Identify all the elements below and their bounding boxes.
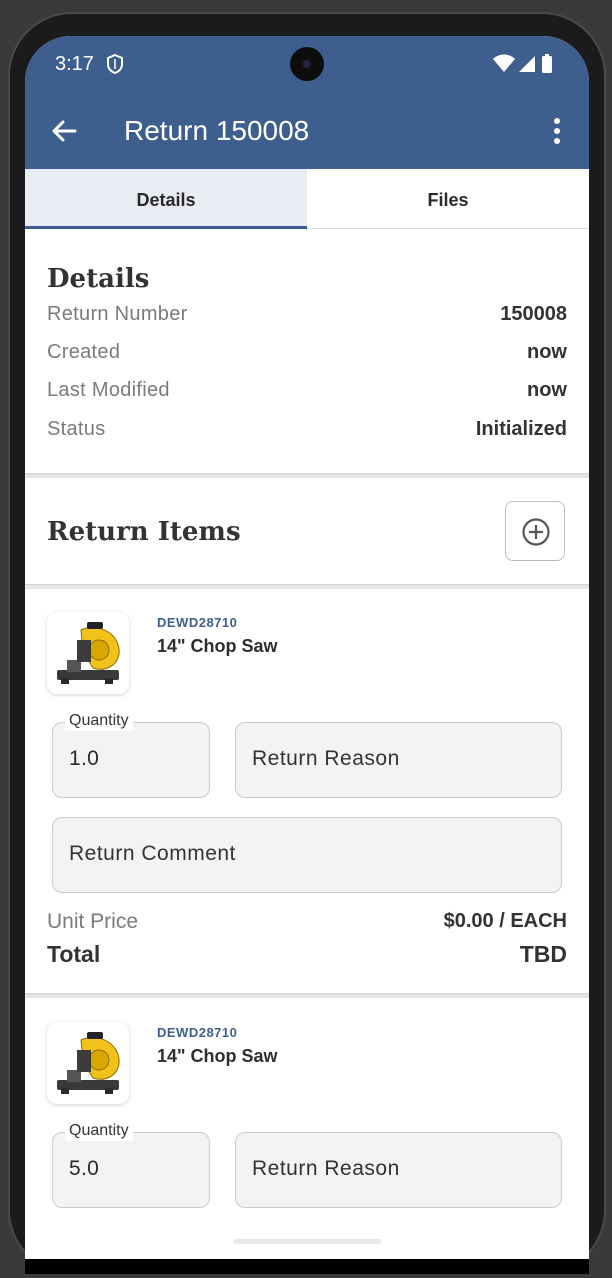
- chop-saw-image: [57, 622, 120, 684]
- more-options-icon[interactable]: [547, 116, 567, 146]
- total-value: TBD: [519, 941, 567, 967]
- unit-price-label: Unit Price: [47, 910, 139, 933]
- return-items-title: Return Items: [47, 517, 241, 547]
- quantity-field[interactable]: Quantity 1.0: [52, 711, 210, 798]
- status-label: Status: [47, 418, 106, 440]
- home-gesture-handle[interactable]: [233, 1239, 381, 1244]
- section-divider: [25, 473, 589, 478]
- item-name: 14" Chop Saw: [157, 636, 278, 656]
- last-modified-label: Last Modified: [47, 379, 170, 401]
- return-number-label: Return Number: [47, 303, 188, 325]
- return-reason-field[interactable]: Return Reason: [235, 722, 562, 798]
- signal-icon: [519, 56, 535, 72]
- app-bar: 3:17 Return 150008: [25, 36, 589, 169]
- back-arrow-icon[interactable]: [49, 116, 79, 146]
- status-value: Initialized: [475, 418, 567, 440]
- tab-bar: Details Files: [25, 169, 589, 229]
- created-value: now: [527, 341, 567, 363]
- details-title: Details: [47, 264, 150, 294]
- app-screen: 3:17 Return 150008 Details Files Details…: [25, 36, 589, 1259]
- unit-price-value: $0.00 / EACH: [443, 910, 567, 932]
- page-title: Return 150008: [124, 115, 310, 146]
- product-image: [47, 1022, 129, 1104]
- return-reason-placeholder: Return Reason: [252, 747, 400, 770]
- quantity-label: Quantity: [65, 1121, 133, 1141]
- quantity-label: Quantity: [65, 711, 133, 731]
- section-divider: [25, 584, 589, 589]
- created-label: Created: [47, 341, 121, 363]
- wifi-icon: [493, 54, 515, 72]
- add-circle-icon: [522, 518, 550, 546]
- quantity-field[interactable]: Quantity 5.0: [52, 1121, 210, 1208]
- quantity-value: 1.0: [69, 747, 100, 770]
- return-comment-field[interactable]: Return Comment: [52, 817, 562, 893]
- navigation-bar: [25, 1259, 589, 1274]
- total-label: Total: [47, 941, 101, 967]
- add-item-button[interactable]: [505, 501, 565, 561]
- return-comment-placeholder: Return Comment: [69, 842, 236, 865]
- item-sku: DEWD28710: [157, 615, 238, 630]
- battery-icon: [542, 54, 552, 73]
- last-modified-value: now: [527, 379, 567, 401]
- tab-details[interactable]: Details: [25, 169, 307, 229]
- product-image: [47, 612, 129, 694]
- shield-icon: [107, 53, 123, 75]
- item-name: 14" Chop Saw: [157, 1046, 278, 1066]
- return-number-value: 150008: [500, 303, 567, 325]
- return-reason-placeholder: Return Reason: [252, 1157, 400, 1180]
- tab-files[interactable]: Files: [307, 169, 589, 228]
- item-sku: DEWD28710: [157, 1025, 238, 1040]
- return-reason-field[interactable]: Return Reason: [235, 1132, 562, 1208]
- quantity-value: 5.0: [69, 1157, 100, 1180]
- chop-saw-image: [57, 1032, 120, 1094]
- status-icons: [493, 54, 552, 73]
- section-divider: [25, 993, 589, 998]
- camera-cutout: [290, 47, 324, 81]
- status-time: 3:17: [55, 53, 94, 75]
